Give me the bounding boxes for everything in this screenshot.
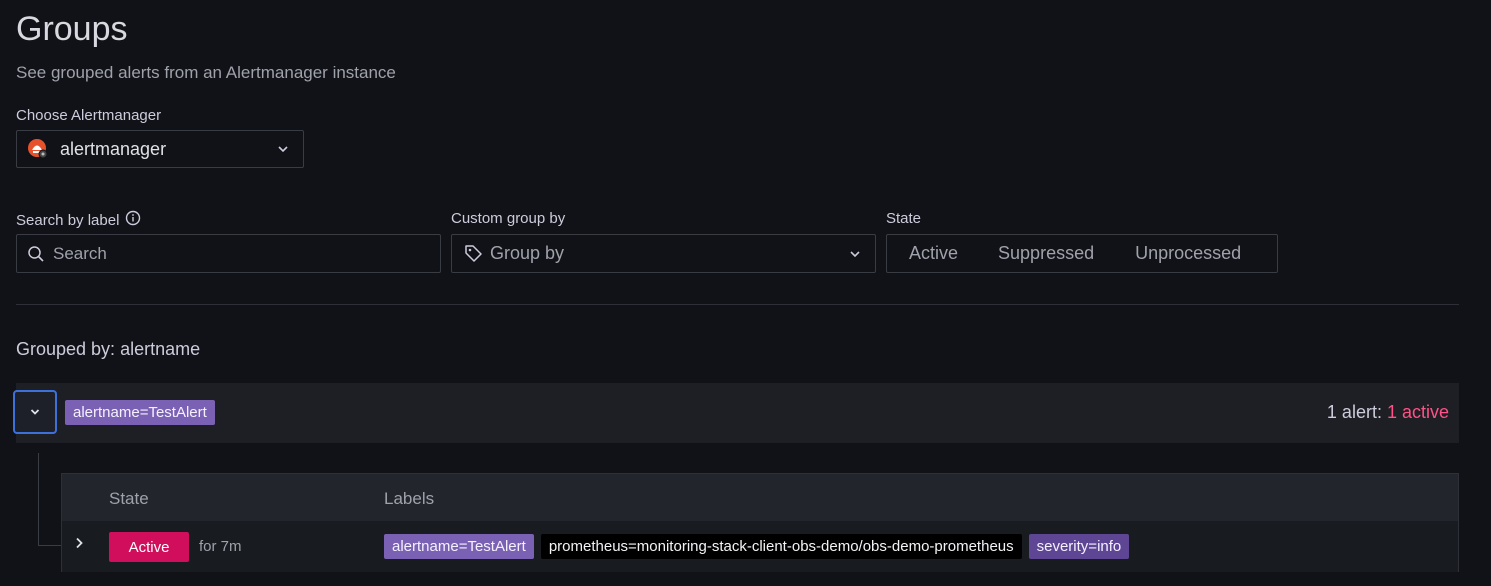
search-input[interactable] [51,242,415,265]
state-option-unprocessed[interactable]: Unprocessed [1135,243,1241,264]
alert-labels: alertname=TestAlert prometheus=monitorin… [384,534,1130,559]
search-input-wrapper[interactable] [16,234,441,273]
search-icon [27,245,45,263]
page-subtitle: See grouped alerts from an Alertmanager … [16,63,396,82]
tree-connector [38,453,39,545]
tree-connector [38,545,61,546]
chevron-down-icon [29,408,41,416]
column-header-state: State [109,489,149,508]
search-label-text: Search by label [16,211,120,229]
group-alert-summary: 1 alert: 1 active [1327,402,1449,423]
group-label-tag: alertname=TestAlert [65,400,215,425]
group-by-placeholder: Group by [490,243,565,263]
chevron-down-icon [849,245,861,263]
chevron-down-icon [277,140,289,158]
custom-group-by-label: Custom group by [451,210,566,227]
state-label: State [886,210,922,227]
search-by-label-label: Search by label [16,210,141,230]
alertmanager-select[interactable]: alertmanager [16,130,304,168]
chevron-right-icon[interactable] [74,536,84,555]
page-title: Groups [16,10,128,48]
divider [16,304,1459,305]
alertmanager-label: Choose Alertmanager [16,107,162,124]
alertmanager-logo-icon [27,138,49,160]
table-row: Active for 7m alertname=TestAlert promet… [62,521,1458,572]
collapse-group-button[interactable] [13,390,57,434]
alert-duration: for 7m [199,538,242,555]
label-tag: prometheus=monitoring-stack-client-obs-d… [540,534,1022,559]
alert-group-row: alertname=TestAlert 1 alert: 1 active [13,383,1459,443]
status-badge: Active [109,532,189,562]
label-tag: severity=info [1028,534,1130,559]
state-radio-group: Active Suppressed Unprocessed [886,234,1278,273]
alertmanager-selected-value: alertmanager [60,138,167,159]
state-option-active[interactable]: Active [909,243,958,264]
state-option-suppressed[interactable]: Suppressed [998,243,1094,264]
column-header-labels: Labels [384,489,435,508]
info-icon[interactable] [125,210,141,230]
tag-icon [464,244,483,263]
label-tag: alertname=TestAlert [384,534,534,559]
alerts-table: State Labels Active for 7m alertname=Tes… [61,473,1459,572]
active-count: 1 active [1386,402,1449,422]
alert-count: 1 alert: [1326,402,1387,422]
grouped-by-text: Grouped by: alertname [16,339,201,359]
table-header: State Labels [62,474,1458,521]
group-by-select[interactable]: Group by [451,234,876,273]
